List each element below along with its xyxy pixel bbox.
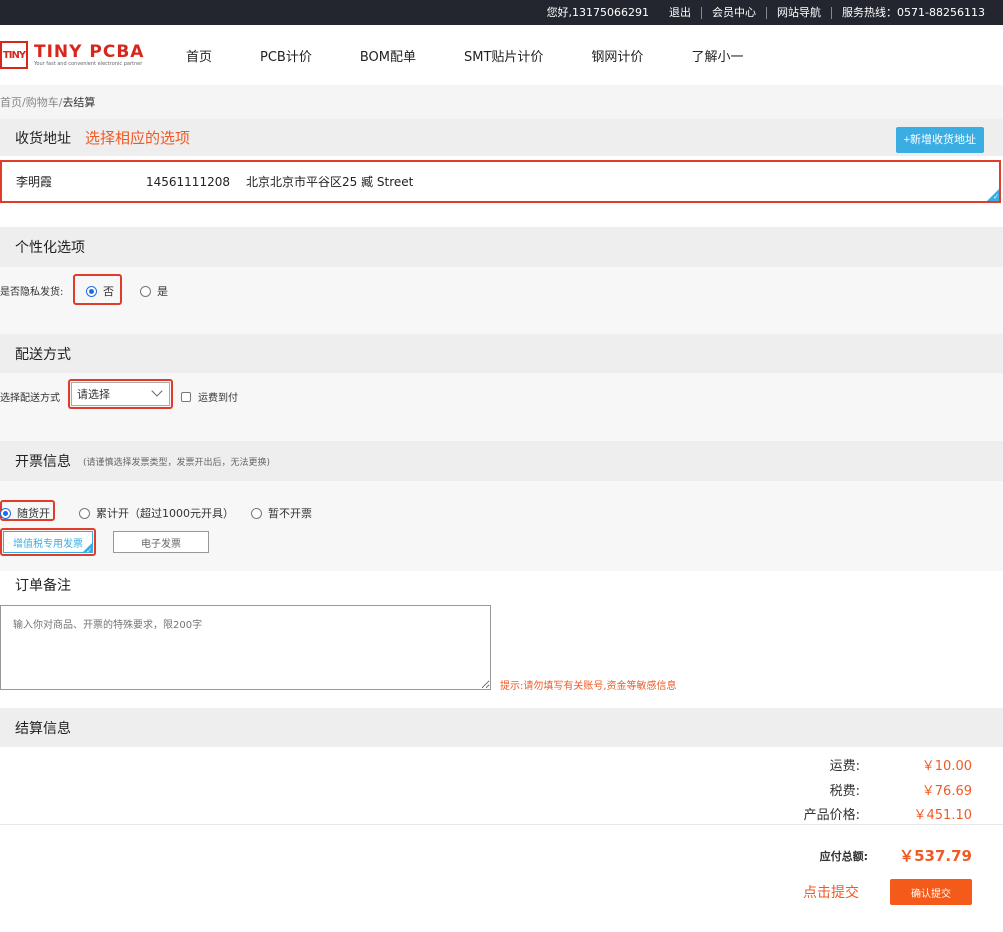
user-greeting: 您好,13175066291	[546, 5, 650, 19]
electronic-invoice-button[interactable]: 电子发票	[113, 531, 209, 553]
click-submit-hint: 点击提交	[803, 885, 859, 901]
personal-section-body: 是否隐私发货: 否 是	[0, 267, 1003, 334]
main-nav: 首页 PCB计价 BOM配单 SMT贴片计价 钢网计价 了解小一	[186, 46, 791, 65]
delivery-label: 选择配送方式	[0, 393, 60, 404]
privacy-label: 是否隐私发货:	[0, 287, 64, 298]
remark-title: 订单备注	[15, 578, 71, 594]
invoice-title: 开票信息	[15, 454, 71, 470]
settlement-section-header: 结算信息	[0, 708, 1003, 747]
member-center-link[interactable]: 会员中心	[702, 6, 766, 20]
breadcrumb-cart[interactable]: 购物车	[26, 94, 59, 110]
freight-collect-checkbox[interactable]: 运费到付	[181, 389, 238, 404]
nav-bom[interactable]: BOM配单	[360, 46, 416, 65]
privacy-yes-radio[interactable]: 是	[140, 283, 168, 299]
personal-section-header: 个性化选项	[0, 227, 1003, 267]
top-utility-bar: 您好,13175066291 退出 会员中心 网站导航 服务热线：0571-88…	[0, 0, 1003, 25]
service-hotline: 服务热线：0571-88256113	[842, 5, 985, 19]
add-address-button[interactable]: +新增收货地址	[895, 127, 984, 153]
chevron-down-icon	[151, 385, 163, 397]
shipping-row: 运费: ￥10.00	[829, 759, 972, 774]
logo-name: TINY PCBA	[34, 41, 145, 62]
radio-unchecked-icon	[251, 507, 262, 519]
checkbox-icon	[181, 391, 191, 402]
invoice-section-header: 开票信息 (请谨慎选择发票类型，发票开出后，无法更换)	[0, 441, 1003, 481]
radio-checked-icon	[0, 507, 11, 519]
nav-about[interactable]: 了解小一	[691, 46, 743, 65]
logout-link[interactable]: 退出	[659, 6, 701, 20]
address-section-body: 李明霞 14561111208 北京北京市平谷区25 臧 Street	[0, 156, 1003, 227]
radio-unchecked-icon	[140, 285, 151, 297]
site-logo[interactable]: TINY TINY PCBA Your fast and convenient …	[0, 41, 186, 69]
nav-stencil-quote[interactable]: 钢网计价	[591, 46, 643, 65]
divider	[0, 824, 1003, 825]
privacy-no-radio[interactable]: 否	[86, 283, 114, 299]
address-card[interactable]: 李明霞 14561111208 北京北京市平谷区25 臧 Street	[0, 160, 1001, 203]
logo-tagline: Your fast and convenient electronic part…	[34, 60, 143, 67]
main-header: TINY TINY PCBA Your fast and convenient …	[0, 25, 1003, 85]
invoice-note: (请谨慎选择发票类型，发票开出后，无法更换)	[83, 457, 271, 468]
breadcrumb-current: 去结算	[62, 96, 96, 109]
invoice-none-radio[interactable]: 暂不开票	[251, 505, 312, 521]
nav-pcb-quote[interactable]: PCB计价	[260, 46, 312, 65]
address-section-header: 收货地址 选择相应的选项 +新增收货地址	[0, 119, 1003, 156]
nav-smt-quote[interactable]: SMT贴片计价	[464, 46, 543, 65]
tax-row: 税费: ￥76.69	[829, 784, 972, 799]
selected-check-icon	[83, 543, 92, 555]
breadcrumb: 首页 / 购物车 / 去结算	[0, 85, 1003, 119]
address-title: 收货地址	[15, 130, 71, 147]
invoice-accumulate-radio[interactable]: 累计开（超过1000元开具）	[79, 505, 234, 521]
confirm-submit-button[interactable]: 确认提交	[890, 879, 972, 905]
total-amount: ￥537.79	[899, 847, 972, 865]
site-nav-link[interactable]: 网站导航	[767, 6, 831, 20]
order-remark-input[interactable]	[0, 605, 491, 690]
address-detail: 北京北京市平谷区25 臧 Street	[246, 175, 414, 189]
address-phone: 14561111208	[146, 174, 230, 189]
nav-home[interactable]: 首页	[186, 46, 212, 65]
breadcrumb-home[interactable]: 首页	[0, 94, 22, 110]
delivery-section-header: 配送方式	[0, 334, 1003, 373]
delivery-section-body: 选择配送方式 请选择 运费到付	[0, 373, 1003, 441]
selected-check-icon	[987, 189, 999, 201]
product-price-row: 产品价格: ￥451.10	[803, 808, 972, 823]
logo-mark: TINY	[0, 41, 28, 69]
address-hint: 选择相应的选项	[85, 129, 191, 147]
invoice-section-body: 随货开 累计开（超过1000元开具） 暂不开票 增值税专用发票 电子发票	[0, 481, 1003, 571]
delivery-method-select[interactable]: 请选择	[71, 382, 170, 406]
total-row: 应付总额: ￥537.79	[819, 847, 972, 865]
address-name: 李明霞	[16, 175, 53, 189]
radio-unchecked-icon	[79, 507, 90, 519]
personal-title: 个性化选项	[15, 240, 85, 256]
remark-warning: 提示:请勿填写有关账号,资金等敏感信息	[500, 681, 677, 692]
radio-checked-icon	[86, 285, 97, 297]
vat-invoice-button[interactable]: 增值税专用发票	[3, 531, 93, 555]
invoice-with-goods-radio[interactable]: 随货开	[0, 505, 50, 521]
delivery-title: 配送方式	[15, 346, 71, 363]
settlement-title: 结算信息	[15, 720, 71, 737]
